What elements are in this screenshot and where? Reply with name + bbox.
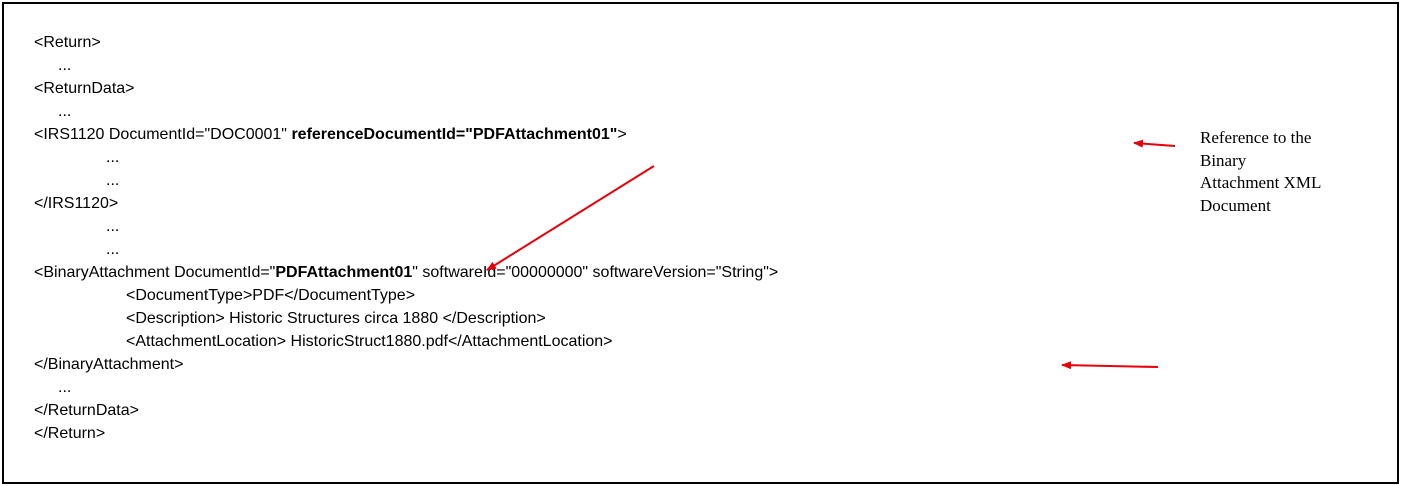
arrow-to-note-reference [1133,139,1176,148]
annotation-arrows [486,139,1176,370]
arrow-to-attachment-location [1061,361,1159,370]
arrow-reference-to-attachment [486,165,655,271]
